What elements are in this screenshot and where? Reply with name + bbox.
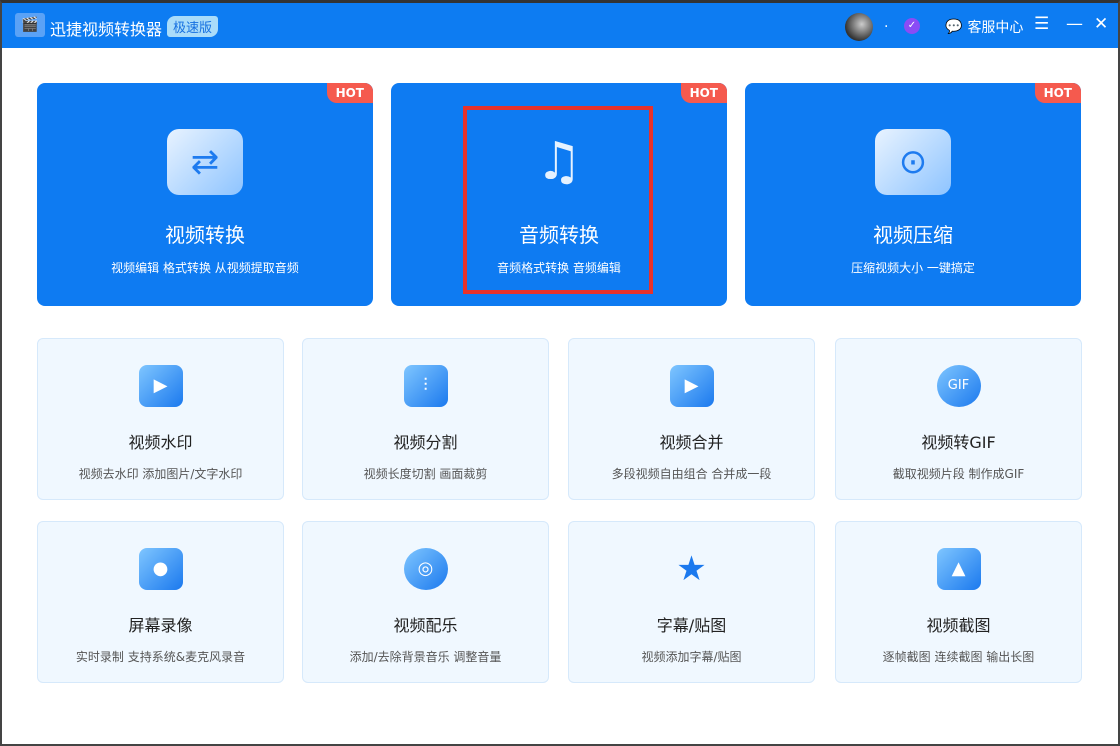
card-subtitle: 实时录制 支持系统&麦克风录音 bbox=[75, 650, 246, 664]
star-icon: ★ bbox=[676, 549, 707, 589]
menu-icon[interactable]: ☰ bbox=[1034, 14, 1049, 34]
hot-badge: HOT bbox=[326, 83, 373, 103]
compress-icon: ⊙ bbox=[875, 129, 951, 195]
card-title: 字幕/贴图 bbox=[656, 616, 727, 635]
card-title: 视频分割 bbox=[393, 433, 458, 452]
username[interactable]: . bbox=[884, 15, 888, 31]
card-title: 视频水印 bbox=[128, 433, 193, 452]
app-logo-icon: 🎬 bbox=[15, 13, 45, 37]
card-subtitle: 添加/去除背景音乐 调整音量 bbox=[349, 650, 502, 664]
card-subtitle-sticker[interactable]: ★ 字幕/贴图视频添加字幕/贴图 bbox=[568, 521, 815, 683]
customer-service-label: 客服中心 bbox=[967, 20, 1024, 36]
card-subtitle: 视频长度切割 画面裁剪 bbox=[363, 467, 488, 481]
merge-icon: ▶ bbox=[669, 365, 714, 407]
card-video-compress[interactable]: HOT ⊙ 视频压缩 压缩视频大小 一键搞定 bbox=[745, 83, 1081, 306]
video-convert-icon: ⇄ bbox=[167, 129, 243, 195]
watermark-icon: ▶ bbox=[138, 365, 183, 407]
chat-icon: 💬 bbox=[945, 19, 963, 35]
card-video-screenshot[interactable]: ▲ 视频截图逐帧截图 连续截图 输出长图 bbox=[835, 521, 1082, 683]
close-button[interactable]: ✕ bbox=[1094, 14, 1108, 34]
minimize-button[interactable]: — bbox=[1066, 14, 1083, 34]
card-subtitle: 视频去水印 添加图片/文字水印 bbox=[78, 467, 243, 481]
card-subtitle: 截取视频片段 制作成GIF bbox=[892, 467, 1025, 481]
screenshot-icon: ▲ bbox=[936, 548, 981, 590]
card-subtitle: 视频编辑 格式转换 从视频提取音频 bbox=[111, 261, 299, 275]
card-video-watermark[interactable]: ▶ 视频水印视频去水印 添加图片/文字水印 bbox=[37, 338, 284, 500]
card-title: 视频转换 bbox=[165, 223, 245, 247]
card-title: 视频转GIF bbox=[921, 433, 996, 452]
card-video-split[interactable]: ⫶ 视频分割视频长度切割 画面裁剪 bbox=[302, 338, 549, 500]
split-icon: ⫶ bbox=[403, 365, 448, 407]
card-subtitle: 压缩视频大小 一键搞定 bbox=[851, 261, 975, 275]
card-video-merge[interactable]: ▶ 视频合并多段视频自由组合 合并成一段 bbox=[568, 338, 815, 500]
card-title: 视频截图 bbox=[926, 616, 991, 635]
card-video-convert[interactable]: HOT ⇄ 视频转换 视频编辑 格式转换 从视频提取音频 bbox=[37, 83, 373, 306]
card-video-music[interactable]: ◎ 视频配乐添加/去除背景音乐 调整音量 bbox=[302, 521, 549, 683]
disc-icon: ◎ bbox=[403, 548, 448, 590]
card-screen-record[interactable]: ● 屏幕录像实时录制 支持系统&麦克风录音 bbox=[37, 521, 284, 683]
hot-badge: HOT bbox=[680, 83, 727, 103]
title-bar: 🎬 迅捷视频转换器 极速版 . ✓ 💬 客服中心 ☰ — ✕ bbox=[2, 3, 1118, 48]
record-icon: ● bbox=[138, 548, 183, 590]
card-title: 屏幕录像 bbox=[128, 616, 193, 635]
card-subtitle: 逐帧截图 连续截图 输出长图 bbox=[882, 650, 1035, 664]
card-title: 视频合并 bbox=[659, 433, 724, 452]
card-title: 视频配乐 bbox=[393, 616, 458, 635]
hot-badge: HOT bbox=[1034, 83, 1081, 103]
avatar[interactable] bbox=[845, 13, 873, 41]
vip-icon[interactable]: ✓ bbox=[904, 18, 920, 34]
edition-badge: 极速版 bbox=[167, 16, 219, 37]
customer-service-button[interactable]: 💬 客服中心 bbox=[945, 17, 1023, 37]
card-subtitle: 多段视频自由组合 合并成一段 bbox=[611, 467, 772, 481]
app-title: 迅捷视频转换器 bbox=[50, 20, 163, 39]
card-subtitle: 视频添加字幕/贴图 bbox=[641, 650, 742, 664]
card-video-gif[interactable]: GIF 视频转GIF 截取视频片段 制作成GIF bbox=[835, 338, 1082, 500]
highlight-box bbox=[463, 106, 653, 294]
card-title: 视频压缩 bbox=[873, 223, 953, 247]
gif-icon: GIF bbox=[936, 365, 981, 407]
